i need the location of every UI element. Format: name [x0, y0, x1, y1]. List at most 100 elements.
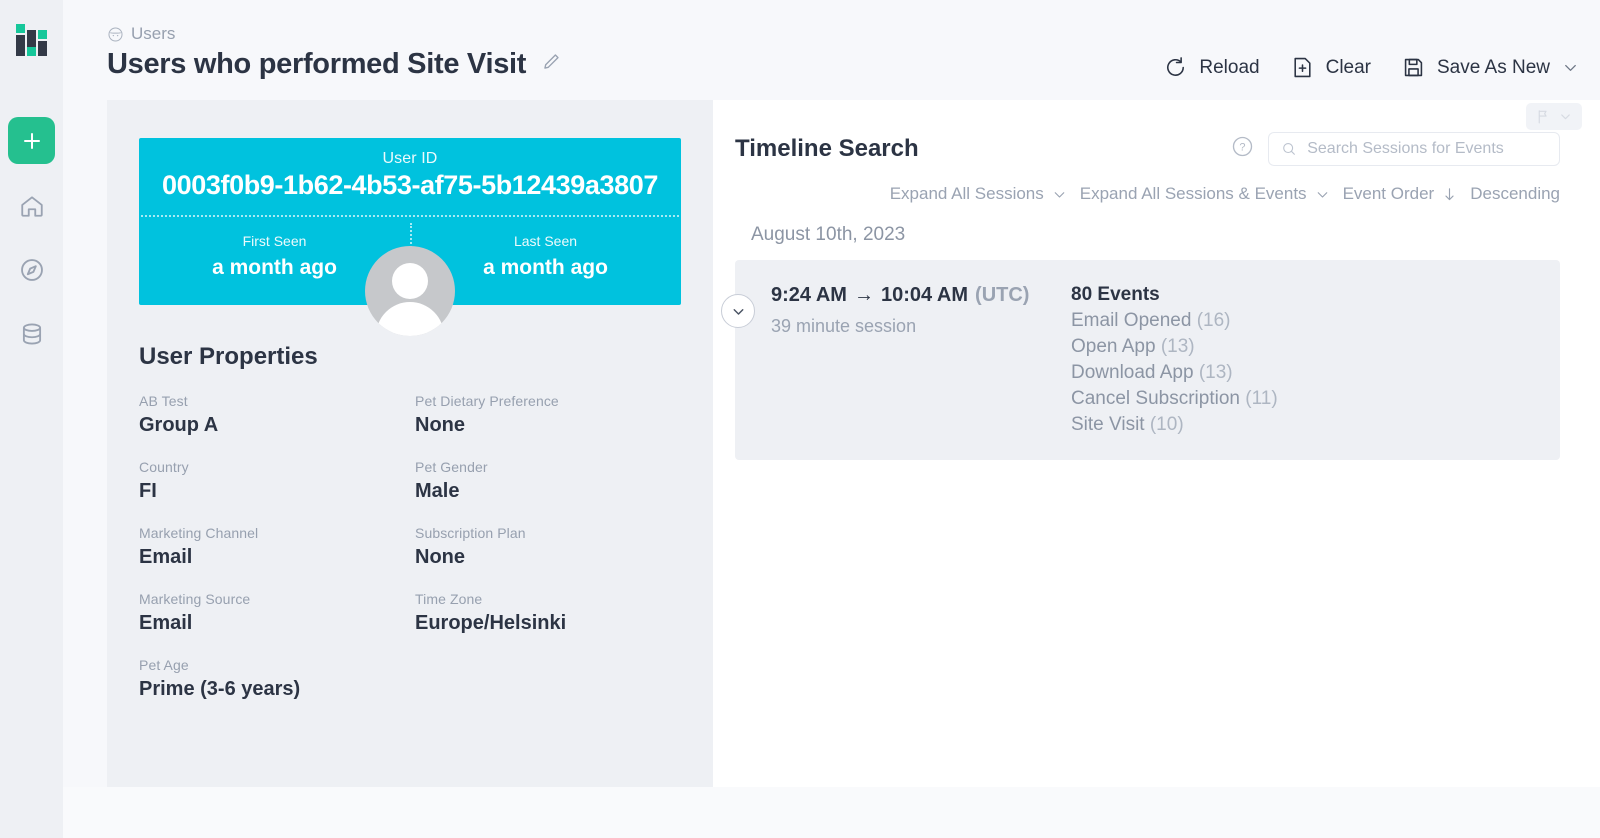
- property-subscription-plan: Subscription Plan None: [415, 525, 681, 569]
- user-detail-panel: User ID 0003f0b9-1b62-4b53-af75-5b12439a…: [107, 100, 713, 787]
- search-input[interactable]: [1307, 140, 1547, 158]
- data-nav[interactable]: [10, 312, 54, 356]
- property-label: Time Zone: [415, 591, 483, 607]
- event-name: Site Visit: [1071, 414, 1145, 435]
- expand-all-sessions-control[interactable]: Expand All Sessions: [890, 184, 1068, 204]
- app-logo[interactable]: [14, 22, 50, 58]
- event-count: (10): [1149, 414, 1184, 435]
- home-icon: [20, 196, 43, 217]
- property-pet-dietary-preference: Pet Dietary Preference None: [415, 393, 681, 437]
- expand-all-sessions-label: Expand All Sessions: [889, 184, 1044, 203]
- property-value: FI: [139, 480, 157, 502]
- reload-icon: [1167, 57, 1185, 76]
- session-event-item[interactable]: Email Opened (16): [1071, 310, 1278, 332]
- file-plus-icon: [1294, 57, 1311, 78]
- reload-button[interactable]: Reload: [1163, 55, 1260, 80]
- chevron-down-circle-icon: [733, 308, 743, 315]
- footer-strip: [63, 787, 1600, 838]
- session-time-range: 9:24 AM → 10:04 AM (UTC): [771, 284, 1071, 307]
- user-id-card: User ID 0003f0b9-1b62-4b53-af75-5b12439a…: [139, 138, 681, 336]
- home-nav[interactable]: [10, 184, 54, 228]
- first-seen-label: First Seen: [242, 233, 307, 249]
- chevron-down-icon[interactable]: [1561, 58, 1580, 77]
- session-duration: 39 minute session: [771, 316, 917, 336]
- session-time-block: 9:24 AM → 10:04 AM (UTC) 39 minute sessi…: [771, 284, 1071, 436]
- reload-label: Reload: [1199, 56, 1260, 78]
- expand-all-sessions-events-label: Expand All Sessions & Events: [1079, 184, 1307, 203]
- property-label: Marketing Channel: [139, 525, 259, 541]
- event-count: (11): [1245, 388, 1278, 409]
- arrow-right-icon: →: [853, 284, 874, 306]
- user-id-block: User ID 0003f0b9-1b62-4b53-af75-5b12439a…: [139, 138, 681, 215]
- session-end-time: 10:04 AM: [880, 284, 969, 306]
- timeline-header-controls: ?: [1231, 132, 1560, 166]
- session-timezone: (UTC): [975, 284, 1030, 306]
- explore-nav[interactable]: [10, 248, 54, 292]
- property-label: Pet Age: [139, 657, 189, 673]
- session-event-item[interactable]: Site Visit (10): [1071, 414, 1278, 436]
- property-pet-gender: Pet Gender Male: [415, 459, 681, 503]
- property-label: Marketing Source: [139, 591, 251, 607]
- session-row[interactable]: 9:24 AM → 10:04 AM (UTC) 39 minute sessi…: [735, 260, 1560, 460]
- avatar: [365, 246, 455, 336]
- search-sessions-box[interactable]: [1268, 132, 1560, 166]
- arrow-down-icon: [1445, 187, 1454, 200]
- page-title: Users who performed Site Visit: [107, 48, 527, 80]
- event-order-label: Event Order: [1342, 184, 1435, 203]
- session-list: 9:24 AM → 10:04 AM (UTC) 39 minute sessi…: [713, 246, 1600, 460]
- chevron-down-icon: [1317, 191, 1327, 198]
- help-button[interactable]: ?: [1231, 135, 1254, 163]
- session-event-total: 80 Events: [1071, 284, 1160, 305]
- session-events-block: 80 Events Email Opened (16) Open App (13…: [1071, 284, 1278, 436]
- event-count: (13): [1160, 336, 1195, 357]
- event-order-control[interactable]: Event Order: [1343, 184, 1459, 204]
- sort-direction-label: Descending: [1470, 184, 1560, 203]
- left-nav-rail: [0, 0, 63, 838]
- event-name: Download App: [1071, 362, 1194, 383]
- question-circle-icon: ?: [1232, 136, 1253, 157]
- search-icon: [1283, 143, 1295, 155]
- session-event-item[interactable]: Download App (13): [1071, 362, 1278, 384]
- timeline-title: Timeline Search: [735, 135, 919, 162]
- property-marketing-channel: Marketing Channel Email: [139, 525, 405, 569]
- event-count: (16): [1196, 310, 1231, 331]
- property-pet-age: Pet Age Prime (3-6 years): [139, 657, 405, 701]
- property-ab-test: AB Test Group A: [139, 393, 405, 437]
- property-value: Prime (3-6 years): [139, 678, 301, 700]
- session-expand-button[interactable]: [721, 294, 755, 328]
- breadcrumb[interactable]: Users: [107, 24, 175, 44]
- breadcrumb-label: Users: [131, 24, 176, 43]
- flag-filter-button[interactable]: [1526, 103, 1582, 130]
- property-label: Pet Dietary Preference: [415, 393, 559, 409]
- property-value: Group A: [139, 414, 219, 436]
- user-id-label: User ID: [382, 150, 438, 167]
- plus-icon: [23, 132, 40, 149]
- pencil-icon: [544, 54, 559, 69]
- expand-all-sessions-events-control[interactable]: Expand All Sessions & Events: [1080, 184, 1331, 204]
- clear-button[interactable]: Clear: [1290, 55, 1371, 80]
- property-marketing-source: Marketing Source Email: [139, 591, 405, 635]
- add-button[interactable]: [8, 117, 55, 164]
- app-root: Users Users who performed Site Visit Rel…: [0, 0, 1600, 838]
- chevron-down-icon: [1054, 191, 1065, 198]
- save-as-new-label: Save As New: [1437, 56, 1550, 78]
- last-seen-label: Last Seen: [513, 233, 578, 249]
- user-id-value: 0003f0b9-1b62-4b53-af75-5b12439a3807: [162, 170, 658, 200]
- property-country: Country FI: [139, 459, 405, 503]
- save-disk-icon: [1404, 58, 1423, 77]
- save-as-new-button[interactable]: Save As New: [1401, 55, 1580, 80]
- property-value: Male: [415, 480, 460, 502]
- property-label: Country: [139, 459, 189, 475]
- sort-direction-control[interactable]: Descending: [1470, 184, 1560, 204]
- property-label: Subscription Plan: [415, 525, 526, 541]
- session-start-time: 9:24 AM: [771, 284, 847, 306]
- database-icon: [22, 323, 41, 345]
- session-event-item[interactable]: Open App (13): [1071, 336, 1278, 358]
- compass-icon: [20, 259, 43, 281]
- edit-title-button[interactable]: [540, 51, 562, 78]
- event-name: Email Opened: [1071, 310, 1192, 331]
- user-properties-grid: AB Test Group A Pet Dietary Preference N…: [139, 393, 681, 723]
- content-body: User ID 0003f0b9-1b62-4b53-af75-5b12439a…: [63, 100, 1600, 838]
- top-bar: Users Users who performed Site Visit Rel…: [63, 0, 1600, 100]
- session-event-item[interactable]: Cancel Subscription (11): [1071, 388, 1278, 410]
